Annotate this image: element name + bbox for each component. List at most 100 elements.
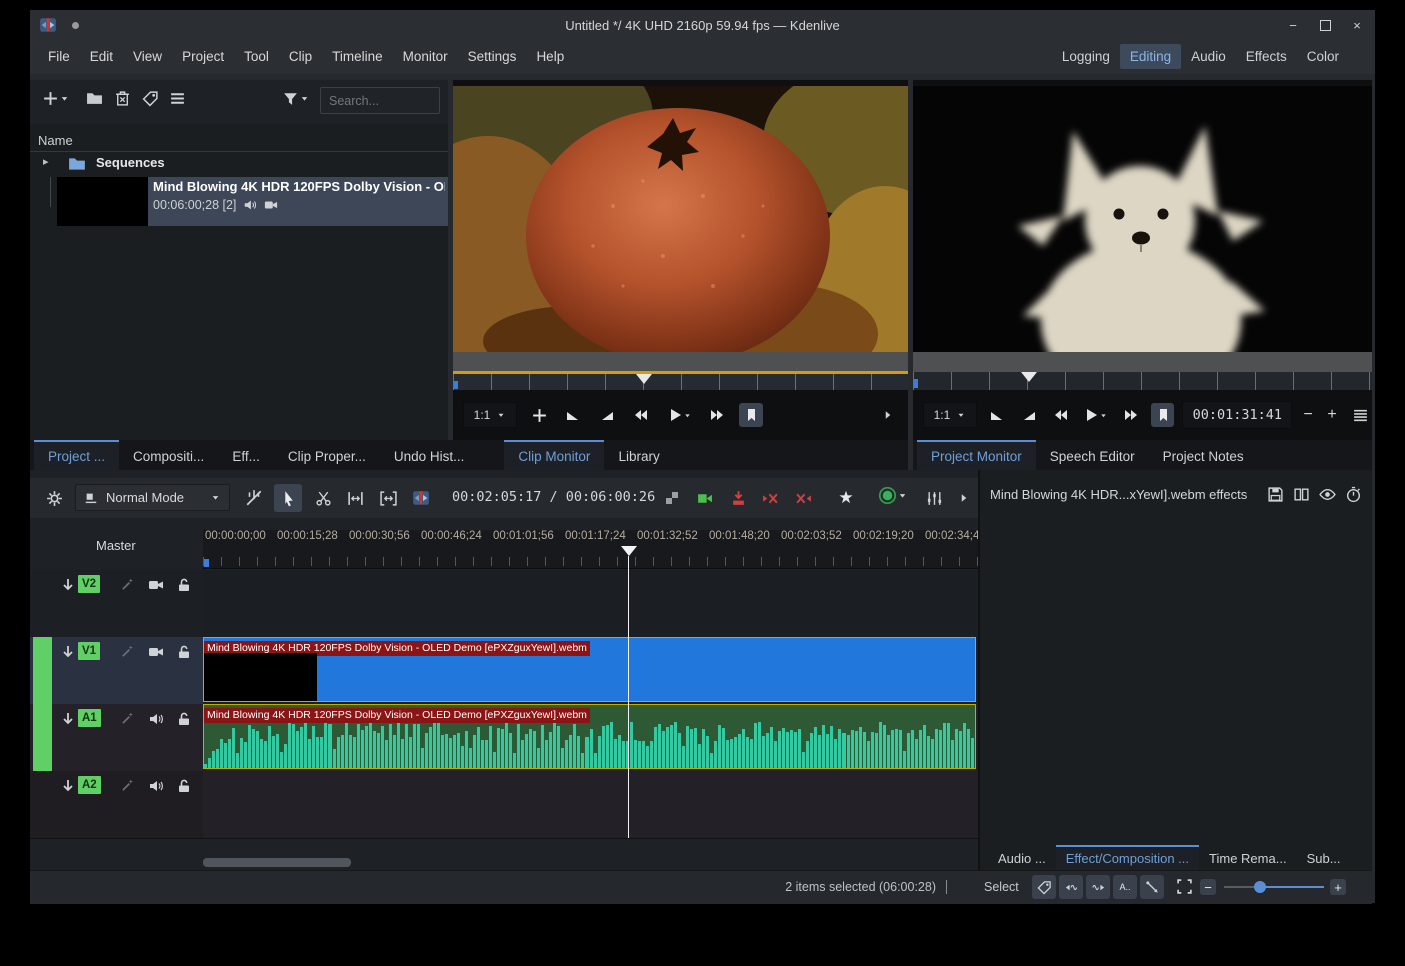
resize-mode-button[interactable] [1140,875,1164,899]
tab-effect-composition[interactable]: Effect/Composition ... [1056,845,1199,870]
tab-undo-history[interactable]: Undo Hist... [380,440,479,470]
lock-icon[interactable] [176,778,192,794]
timeline-ruler[interactable]: 00:00:00;00 00:00:15;28 00:00:30;56 00:0… [203,530,978,569]
track-effects-icon[interactable] [120,644,135,659]
menu-project[interactable]: Project [172,40,234,74]
mute-track-icon[interactable] [148,778,164,794]
track-label-a2[interactable]: A2 [78,776,101,794]
timeline-playhead-handle[interactable] [621,546,637,556]
track-label-v1[interactable]: V1 [78,642,100,660]
timeline-scrollbar[interactable] [203,858,351,867]
video-icon[interactable] [264,198,278,212]
zoom-out-button[interactable]: − [1200,879,1216,895]
stopwatch-icon[interactable] [1345,486,1362,503]
tab-library[interactable]: Library [604,440,673,470]
insert-zone-button[interactable] [692,486,716,510]
track-effects-icon[interactable] [120,711,135,726]
clip-monitor-ruler[interactable] [453,374,908,390]
track-label-a1[interactable]: A1 [78,709,101,727]
close-button[interactable]: × [1345,14,1369,36]
spacer-tool-button[interactable] [343,486,367,510]
lock-icon[interactable] [176,711,192,727]
tab-time-remap[interactable]: Time Rema... [1199,845,1297,870]
workspace-effects[interactable]: Effects [1236,44,1297,69]
overwrite-zone-button[interactable] [726,486,750,510]
timeline-playhead-line[interactable] [628,556,629,838]
minimize-button[interactable]: − [1281,14,1305,36]
bin-delete-button[interactable] [114,90,131,107]
rewind-button[interactable] [1049,403,1073,427]
tab-clip-monitor[interactable]: Clip Monitor [504,440,604,470]
menu-clip[interactable]: Clip [279,40,322,74]
hide-video-icon[interactable] [148,577,164,593]
marker-button[interactable] [1151,403,1175,427]
workspace-audio[interactable]: Audio [1181,44,1236,69]
bin-create-folder-button[interactable] [86,90,103,107]
bin-add-button[interactable] [42,90,70,107]
menu-file[interactable]: File [38,40,80,74]
bin-tag-button[interactable] [142,90,159,107]
timeline-toolbar-overflow[interactable] [956,486,972,510]
zoom-slider-handle[interactable] [1254,881,1266,893]
track-header-a2[interactable]: A2 [30,771,203,839]
track-effects-icon[interactable] [120,577,135,592]
mixer-button[interactable] [409,486,433,510]
menu-view[interactable]: View [123,40,172,74]
timeline-settings-button[interactable] [42,486,66,510]
mute-track-icon[interactable] [148,711,164,727]
forward-button[interactable] [705,403,729,427]
razor-tool-button[interactable] [311,486,335,510]
zone-in-button[interactable] [561,403,585,427]
clip-monitor-video[interactable] [453,86,908,352]
add-marker-button[interactable] [527,403,551,427]
track-header-v2[interactable]: V2 [30,570,203,638]
lift-zone-button[interactable] [791,486,815,510]
track-lane-v1[interactable]: Mind Blowing 4K HDR 120FPS Dolby Vision … [203,637,978,705]
timeline-mode-select[interactable]: Normal Mode [75,484,230,511]
toolbar-overflow-button[interactable] [880,403,896,427]
track-header-a1[interactable]: A1 [30,704,203,772]
thumbnails-mode-button[interactable]: A.. [1113,875,1137,899]
target-track-icon[interactable] [60,778,76,794]
expand-arrow-icon[interactable]: ▸ [43,155,49,168]
maximize-button[interactable] [1313,14,1337,36]
track-effects-icon[interactable] [120,778,135,793]
previous-keyframe-button[interactable] [1059,875,1083,899]
project-monitor-video[interactable] [913,86,1372,352]
monitor-menu-button[interactable] [1348,403,1372,427]
marker-button[interactable] [739,403,763,427]
clip-monitor-playhead[interactable] [636,374,652,384]
target-track-icon[interactable] [60,577,76,593]
bin-search-input[interactable] [320,87,440,114]
hide-video-icon[interactable] [148,644,164,660]
tab-compositions[interactable]: Compositi... [119,440,218,470]
menu-tool[interactable]: Tool [234,40,279,74]
lock-icon[interactable] [176,644,192,660]
track-header-v1[interactable]: V1 [30,637,203,705]
show-keyframes-icon[interactable] [1319,486,1336,503]
workspace-color[interactable]: Color [1297,44,1349,69]
track-lane-a2[interactable] [203,771,978,839]
project-monitor-timecode[interactable]: 00:01:31:41 [1182,401,1292,429]
lock-icon[interactable] [176,577,192,593]
clip-monitor-zoom-select[interactable]: 1:1 [463,402,517,428]
master-button[interactable]: Master [96,538,136,553]
next-keyframe-button[interactable] [1086,875,1110,899]
timecode-increment-button[interactable]: + [1324,403,1340,427]
workspace-editing[interactable]: Editing [1120,44,1181,69]
zone-in-button[interactable] [985,403,1009,427]
tag-filter-button[interactable] [1032,875,1056,899]
slip-tool-button[interactable] [376,486,400,510]
selection-tool-button[interactable] [274,484,302,512]
track-label-v2[interactable]: V2 [78,575,100,593]
tab-subtitles[interactable]: Sub... [1297,845,1351,870]
play-button[interactable] [663,403,695,427]
zoom-in-button[interactable]: + [1330,879,1346,895]
fit-zoom-button[interactable] [1176,878,1193,895]
menu-monitor[interactable]: Monitor [393,40,458,74]
bin-name-header[interactable]: Name [30,131,448,152]
favorite-effects-button[interactable]: ★ [834,486,858,510]
forward-button[interactable] [1119,403,1143,427]
target-track-icon[interactable] [60,711,76,727]
bin-filter-button[interactable] [282,90,310,107]
